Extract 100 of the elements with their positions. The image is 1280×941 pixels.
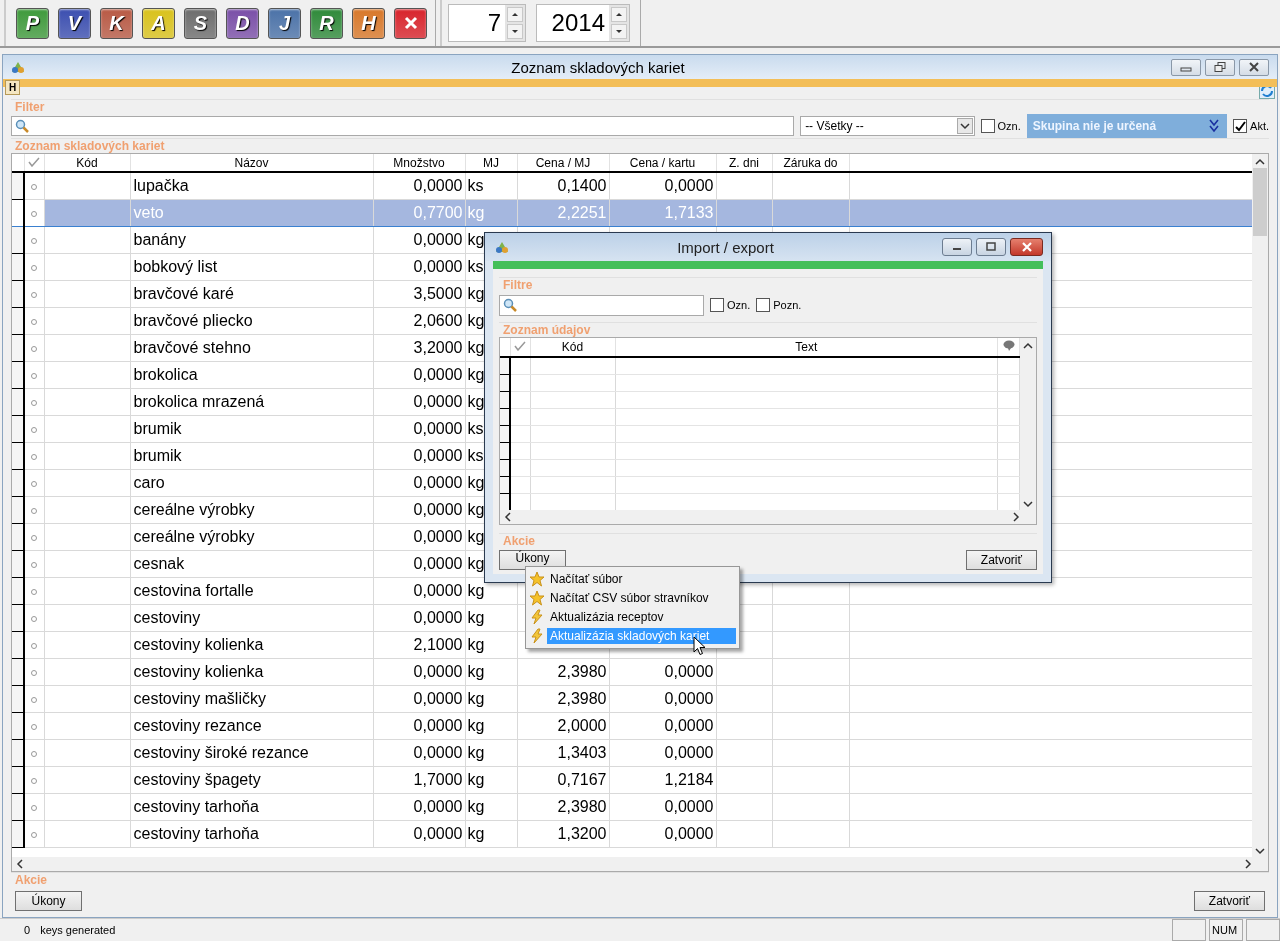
section-label: Filtre	[499, 277, 1037, 292]
column-header[interactable]: Názov	[130, 154, 373, 172]
checkbox-label: Pozn.	[773, 299, 802, 311]
table-cell: veto	[130, 199, 373, 227]
table-cell: 0,0000	[373, 415, 465, 443]
table-cell: bravčové stehno	[130, 334, 373, 362]
column-header[interactable]: Z. dni	[716, 154, 772, 172]
checkbox[interactable]	[980, 119, 995, 133]
table-cell: 1,7000	[373, 766, 465, 794]
table-cell: 0,0000	[609, 172, 716, 200]
maximize-button[interactable]	[976, 238, 1006, 256]
table-cell: 3,5000	[373, 280, 465, 308]
menu-item[interactable]: Aktualizázia receptov	[529, 608, 736, 626]
triangle-icon	[11, 61, 25, 73]
horizontal-scrollbar[interactable]	[500, 510, 1036, 524]
table-cell: 0,0000	[373, 604, 465, 632]
table-cell: 1,3200	[517, 820, 609, 848]
column-header[interactable]: Cena / kartu	[609, 154, 716, 172]
table-cell: 0,0000	[373, 496, 465, 524]
toolbar-button[interactable]: V	[58, 7, 91, 39]
star-icon	[529, 571, 545, 587]
table-cell: cestovina fortalle	[130, 577, 373, 605]
status-message: keys generated	[40, 924, 117, 936]
table-cell: brumik	[130, 415, 373, 443]
toolbar-button[interactable]: S	[184, 7, 217, 39]
column-header[interactable]: Množstvo	[373, 154, 465, 172]
table-cell: 0,0000	[373, 172, 465, 200]
action-button[interactable]: Zatvoriť	[1193, 891, 1265, 911]
status-panel	[1246, 919, 1280, 941]
checkbox[interactable]	[1233, 119, 1248, 133]
close-button[interactable]	[1010, 238, 1043, 256]
check-icon	[514, 341, 526, 351]
triangle-icon	[495, 241, 509, 253]
action-button[interactable]: Úkony	[15, 891, 82, 911]
table-cell: cestoviny	[130, 604, 373, 632]
scroll-thumb[interactable]	[1253, 168, 1267, 236]
table-cell: 0,0000	[609, 712, 716, 740]
table-cell: cesnak	[130, 550, 373, 578]
check-icon	[28, 156, 40, 167]
table-cell: cestoviny tarhoňa	[130, 820, 373, 848]
action-button[interactable]: Zatvoriť	[965, 550, 1037, 570]
table-cell: 0,0000	[373, 523, 465, 551]
table-cell: 0,0000	[373, 793, 465, 821]
column-header[interactable]: Cena / MJ	[517, 154, 609, 172]
table-cell: bobkový list	[130, 253, 373, 281]
minimize-button[interactable]	[942, 238, 972, 256]
search-field[interactable]	[499, 294, 704, 316]
toolbar-button[interactable]: K	[100, 7, 133, 39]
menu-item[interactable]: Načítať CSV súbor stravníkov	[529, 589, 736, 607]
column-header[interactable]: Kód	[44, 154, 130, 172]
table-cell: 0,0000	[609, 739, 716, 767]
table-cell: 3,2000	[373, 334, 465, 362]
table-cell: 0,0000	[373, 361, 465, 389]
table-cell: bravčové karé	[130, 280, 373, 308]
table-cell: 2,3980	[517, 658, 609, 686]
maximize-icon	[985, 242, 997, 252]
table-cell: 0,0000	[373, 226, 465, 254]
table-cell: 1,2184	[609, 766, 716, 794]
table-cell: 0,0000	[373, 577, 465, 605]
table-cell: 0,0000	[609, 685, 716, 713]
restore-button[interactable]	[1205, 58, 1235, 76]
checkbox[interactable]	[710, 298, 724, 312]
check-icon	[1234, 120, 1246, 132]
vertical-scrollbar[interactable]	[1252, 154, 1268, 857]
help-button[interactable]: H	[5, 80, 20, 95]
column-header[interactable]: Kód	[530, 338, 615, 357]
status-count: 0	[24, 924, 31, 936]
table-cell: 0,0000	[373, 253, 465, 281]
column-header[interactable]: Záruka do	[772, 154, 849, 172]
table-cell: 0,0000	[373, 820, 465, 848]
dropdown[interactable]: -- Všetky --	[800, 116, 975, 136]
table-cell: 0,0000	[373, 469, 465, 497]
checkbox-label: Akt.	[1250, 120, 1269, 132]
table-cell: cereálne výrobky	[130, 523, 373, 551]
table-cell: 0,7167	[517, 766, 609, 794]
table-cell: brokolica	[130, 361, 373, 389]
menu-item[interactable]: Načítať súbor	[529, 570, 736, 588]
table-cell: 2,0000	[517, 712, 609, 740]
column-header[interactable]: MJ	[465, 154, 517, 172]
toolbar-button[interactable]: R	[310, 7, 343, 39]
vertical-scrollbar[interactable]	[1020, 338, 1036, 510]
close-button[interactable]	[1239, 58, 1269, 76]
table-cell: 2,0600	[373, 307, 465, 335]
status-panel	[1172, 919, 1206, 941]
toolbar-button[interactable]: D	[226, 7, 259, 39]
toolbar-button[interactable]: J	[268, 7, 301, 39]
table-cell: 0,0000	[609, 820, 716, 848]
table-cell: kg	[465, 820, 517, 848]
checkbox[interactable]	[756, 298, 771, 312]
table-cell: lupačka	[130, 172, 373, 200]
horizontal-scrollbar[interactable]	[12, 857, 1268, 871]
search-field[interactable]	[11, 116, 795, 136]
close-button[interactable]	[394, 7, 427, 39]
double-chevron-icon	[1209, 119, 1220, 133]
table-cell: kg	[465, 766, 517, 794]
table-cell: 0,0000	[373, 658, 465, 686]
lightning-icon	[529, 628, 545, 644]
table-cell: cestoviny rezance	[130, 712, 373, 740]
table-cell: 0,1400	[517, 172, 609, 200]
column-header[interactable]: Text	[615, 338, 998, 357]
